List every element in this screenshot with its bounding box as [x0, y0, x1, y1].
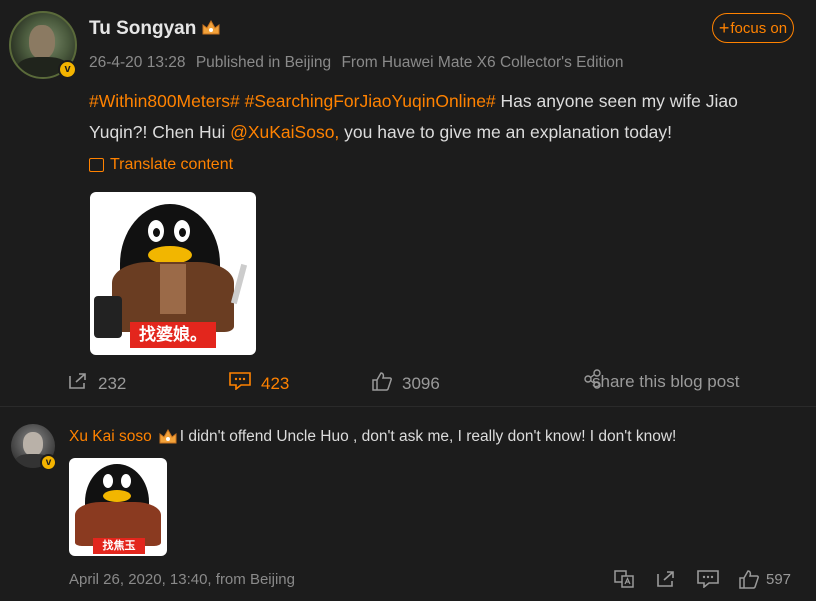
plus-icon: +	[718, 17, 730, 38]
post-meta: 26-4-20 13:28 Published in Beijing From …	[89, 54, 630, 72]
comment-button[interactable]: 423	[229, 372, 289, 395]
comment-image[interactable]: 找焦玉芹。	[69, 458, 167, 556]
image-caption: 找焦玉芹。	[93, 538, 145, 556]
author-name[interactable]: Tu Songyan	[89, 18, 196, 40]
crown-icon	[201, 19, 221, 42]
commenter-name[interactable]: Xu Kai soso	[69, 428, 152, 446]
like-icon	[372, 372, 392, 396]
share-button[interactable]: 232	[68, 372, 126, 395]
forward-button[interactable]	[656, 570, 676, 593]
like-icon	[739, 570, 759, 589]
post-content: #Within800Meters# #SearchingForJiaoYuqin…	[89, 86, 789, 148]
translate-button[interactable]: Translate content	[89, 156, 233, 174]
share-blog-button[interactable]: share this blog post	[584, 369, 739, 394]
hashtag-link[interactable]: #SearchingForJiaoYuqinOnline#	[245, 91, 496, 111]
comment-timestamp: April 26, 2020, 13:40, from Beijing	[69, 571, 295, 588]
mention-link[interactable]: @XuKaiSoso,	[230, 122, 339, 142]
like-button[interactable]: 3096	[372, 372, 440, 396]
share-icon	[68, 372, 88, 395]
comment-icon	[229, 372, 251, 395]
verified-badge-icon: v	[40, 454, 57, 471]
image-caption: 找婆娘。	[130, 322, 216, 348]
translate-icon	[89, 158, 104, 172]
hashtag-link[interactable]: #Within800Meters#	[89, 91, 240, 111]
reply-icon	[697, 570, 719, 592]
comment-line: Xu Kai soso I didn't offend Uncle Huo , …	[69, 428, 676, 446]
comment-text: I didn't offend Uncle Huo , don't ask me…	[179, 428, 677, 445]
verified-badge-icon: v	[58, 60, 77, 79]
share-link-icon	[584, 369, 602, 394]
translate-comment-icon	[614, 570, 634, 592]
translate-comment-button[interactable]	[614, 570, 634, 593]
post-text: you have to give me an explanation today…	[339, 122, 673, 142]
follow-button[interactable]: + focus on	[712, 13, 794, 43]
post-location: Published in Beijing	[195, 54, 332, 71]
divider	[0, 406, 816, 407]
post-image[interactable]: 找婆娘。	[90, 192, 256, 355]
post-date[interactable]: 26-4-20 13:28	[89, 54, 186, 71]
comment-like-button[interactable]: 597	[739, 570, 791, 589]
reply-button[interactable]	[697, 570, 719, 593]
forward-icon	[656, 571, 676, 592]
crown-icon	[158, 428, 178, 446]
post-device: From Huawei Mate X6 Collector's Edition	[341, 54, 624, 71]
